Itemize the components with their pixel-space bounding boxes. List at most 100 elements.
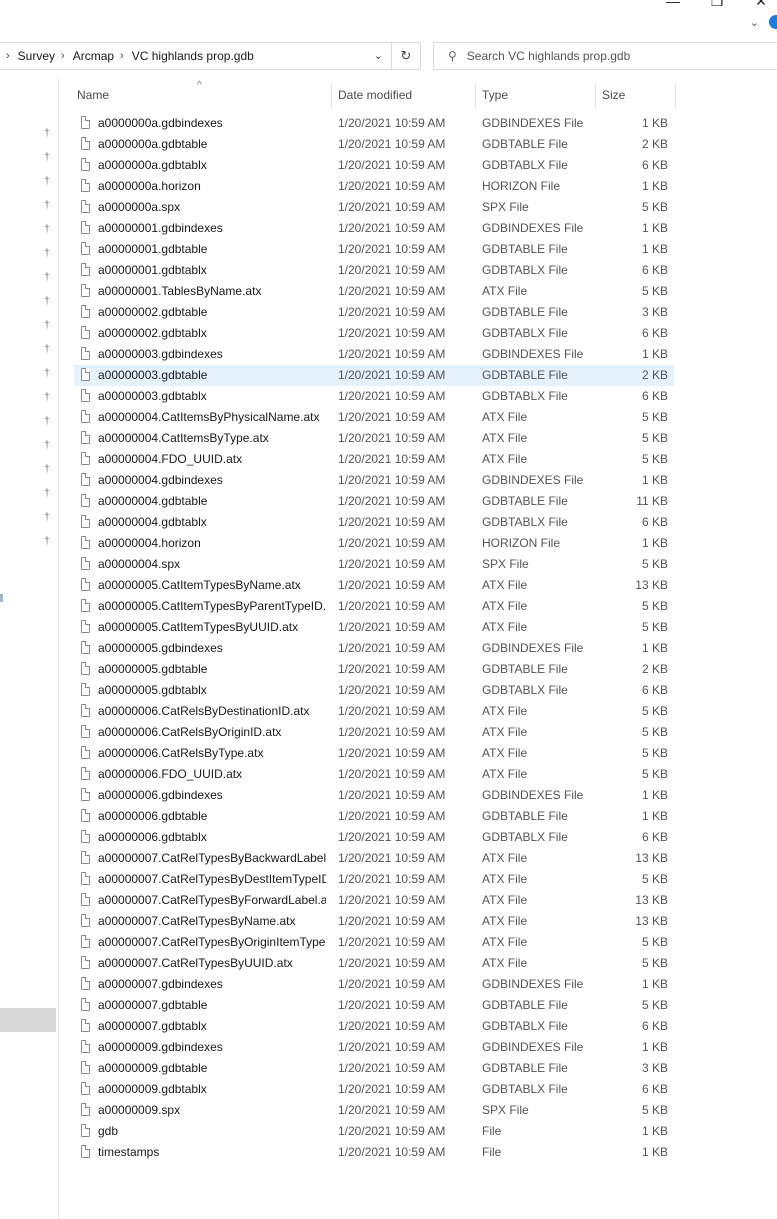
file-row[interactable]: a00000005.gdbtablx 1/20/2021 10:59 AM GDBT… — [74, 680, 674, 701]
breadcrumb-arcmap[interactable]: Arcmap — [73, 49, 114, 63]
file-row[interactable]: a00000006.CatRelsByOriginID.atx 1/20/2021… — [74, 722, 674, 743]
file-row[interactable]: a00000007.CatRelTypesByOriginItemTypel..… — [74, 932, 674, 953]
pin-icon[interactable]: † — [41, 440, 53, 452]
pin-icon[interactable]: † — [41, 176, 53, 188]
file-row[interactable]: a00000007.CatRelTypesByBackwardLabel....… — [74, 848, 674, 869]
file-row[interactable]: a00000006.CatRelsByType.atx 1/20/2021 10:… — [74, 743, 674, 764]
file-row[interactable]: a00000009.spx 1/20/2021 10:59 AM SPX File 5… — [74, 1100, 674, 1121]
file-row[interactable]: a0000000a.gdbindexes 1/20/2021 10:59 AM GD… — [74, 113, 674, 134]
file-row[interactable]: a00000005.CatItemTypesByName.atx 1/20/202… — [74, 575, 674, 596]
file-name: gdb — [98, 1124, 119, 1138]
close-icon[interactable]: ✕ — [746, 0, 776, 10]
file-row[interactable]: a00000005.CatItemTypesByUUID.atx 1/20/202… — [74, 617, 674, 638]
file-type: ATX File — [482, 599, 528, 613]
file-row[interactable]: a00000009.gdbtablx 1/20/2021 10:59 AM GDBT… — [74, 1079, 674, 1100]
file-icon — [81, 410, 90, 423]
file-row[interactable]: a00000005.gdbindexes 1/20/2021 10:59 AM GD… — [74, 638, 674, 659]
breadcrumb-separator-icon[interactable]: › — [61, 50, 65, 62]
file-row[interactable]: a00000007.gdbtable 1/20/2021 10:59 AM GDBT… — [74, 995, 674, 1016]
pin-icon[interactable]: † — [41, 344, 53, 356]
address-bar[interactable]: › Survey › Arcmap › VC highlands prop.gd… — [0, 42, 392, 70]
file-row[interactable]: a00000002.gdbtablx 1/20/2021 10:59 AM GDBT… — [74, 323, 674, 344]
file-row[interactable]: a00000001.gdbtable 1/20/2021 10:59 AM GDBT… — [74, 239, 674, 260]
file-row[interactable]: a00000006.FDO_UUID.atx 1/20/2021 10:59 AM… — [74, 764, 674, 785]
nav-selected-item[interactable] — [0, 1008, 56, 1032]
pin-icon[interactable]: † — [41, 320, 53, 332]
file-row[interactable]: a00000004.horizon 1/20/2021 10:59 AM HORIZ… — [74, 533, 674, 554]
file-row[interactable]: a00000007.CatRelTypesByDestItemTypeID...… — [74, 869, 674, 890]
file-type: ATX File — [482, 284, 528, 298]
file-row[interactable]: a00000006.gdbindexes 1/20/2021 10:59 AM GD… — [74, 785, 674, 806]
file-row[interactable]: a00000002.gdbtable 1/20/2021 10:59 AM GDBT… — [74, 302, 674, 323]
file-name: a00000002.gdbtable — [98, 305, 208, 319]
minimize-icon[interactable]: — — [658, 0, 688, 10]
search-input[interactable]: Search VC highlands prop.gdb — [467, 49, 630, 63]
file-icon — [81, 452, 90, 465]
file-row[interactable]: a00000003.gdbindexes 1/20/2021 10:59 AM GD… — [74, 344, 674, 365]
file-row[interactable]: a00000004.FDO_UUID.atx 1/20/2021 10:59 AM… — [74, 449, 674, 470]
column-header-size[interactable]: Size — [596, 84, 676, 108]
pin-icon[interactable]: † — [41, 368, 53, 380]
file-icon — [81, 431, 90, 444]
file-date-modified: 1/20/2021 10:59 AM — [338, 788, 446, 802]
file-row[interactable]: a00000007.CatRelTypesByUUID.atx 1/20/2021… — [74, 953, 674, 974]
file-row[interactable]: a00000004.spx 1/20/2021 10:59 AM SPX File 5… — [74, 554, 674, 575]
pin-icon[interactable]: † — [41, 296, 53, 308]
pin-icon[interactable]: † — [41, 272, 53, 284]
pin-icon[interactable]: † — [41, 128, 53, 140]
pin-icon[interactable]: † — [41, 248, 53, 260]
file-row[interactable]: a00000007.gdbtablx 1/20/2021 10:59 AM GDBT… — [74, 1016, 674, 1037]
file-row[interactable]: a00000003.gdbtablx 1/20/2021 10:59 AM GDBT… — [74, 386, 674, 407]
pin-icon[interactable]: † — [41, 464, 53, 476]
file-row[interactable]: a00000007.CatRelTypesByName.atx 1/20/2021… — [74, 911, 674, 932]
file-row[interactable]: a00000007.CatRelTypesByForwardLabel.atx 1… — [74, 890, 674, 911]
file-row[interactable]: a00000005.CatItemTypesByParentTypeID....… — [74, 596, 674, 617]
file-row[interactable]: a00000006.gdbtable 1/20/2021 10:59 AM GDBT… — [74, 806, 674, 827]
chevron-down-icon[interactable]: ⌄ — [750, 16, 759, 29]
file-row[interactable]: a00000004.CatItemsByPhysicalName.atx 1/20… — [74, 407, 674, 428]
breadcrumb-current-folder[interactable]: VC highlands prop.gdb — [132, 49, 254, 63]
file-date-modified: 1/20/2021 10:59 AM — [338, 368, 446, 382]
file-row[interactable]: a00000001.TablesByName.atx 1/20/2021 10:5… — [74, 281, 674, 302]
file-row[interactable]: a00000009.gdbindexes 1/20/2021 10:59 AM GD… — [74, 1037, 674, 1058]
column-header-name[interactable]: Name — [72, 84, 332, 108]
file-row[interactable]: gdb 1/20/2021 10:59 AM File 1 KB — [74, 1121, 674, 1142]
column-header-date-modified[interactable]: Date modified — [332, 84, 476, 108]
search-box[interactable]: ⚲ Search VC highlands prop.gdb — [433, 42, 777, 70]
file-row[interactable]: a00000001.gdbindexes 1/20/2021 10:59 AM GD… — [74, 218, 674, 239]
file-row[interactable]: a00000007.gdbindexes 1/20/2021 10:59 AM GD… — [74, 974, 674, 995]
file-row[interactable]: a00000004.gdbtablx 1/20/2021 10:59 AM GDBT… — [74, 512, 674, 533]
file-row[interactable]: a0000000a.gdbtable 1/20/2021 10:59 AM GDBT… — [74, 134, 674, 155]
file-icon — [81, 200, 90, 213]
file-row[interactable]: a00000006.CatRelsByDestinationID.atx 1/20… — [74, 701, 674, 722]
pin-icon[interactable]: † — [41, 392, 53, 404]
file-row[interactable]: a0000000a.gdbtablx 1/20/2021 10:59 AM GDBT… — [74, 155, 674, 176]
file-row[interactable]: a00000005.gdbtable 1/20/2021 10:59 AM GDBT… — [74, 659, 674, 680]
file-date-modified: 1/20/2021 10:59 AM — [338, 767, 446, 781]
pin-icon[interactable]: † — [41, 512, 53, 524]
pin-icon[interactable]: † — [41, 152, 53, 164]
file-row[interactable]: a00000004.CatItemsByType.atx 1/20/2021 10… — [74, 428, 674, 449]
file-row[interactable]: a0000000a.horizon 1/20/2021 10:59 AM HORIZ… — [74, 176, 674, 197]
maximize-icon[interactable]: ❐ — [702, 0, 732, 10]
pin-icon[interactable]: † — [41, 416, 53, 428]
file-row[interactable]: timestamps 1/20/2021 10:59 AM File 1 KB — [74, 1142, 674, 1163]
column-header-type[interactable]: Type — [476, 84, 596, 108]
breadcrumb-separator-icon[interactable]: › — [120, 50, 124, 62]
pin-icon[interactable]: † — [41, 488, 53, 500]
file-row[interactable]: a00000004.gdbindexes 1/20/2021 10:59 AM GD… — [74, 470, 674, 491]
address-dropdown-icon[interactable]: ⌄ — [374, 49, 383, 62]
breadcrumb-survey[interactable]: Survey — [18, 49, 55, 63]
pin-icon[interactable]: † — [41, 224, 53, 236]
file-row[interactable]: a00000009.gdbtable 1/20/2021 10:59 AM GDBT… — [74, 1058, 674, 1079]
help-icon[interactable] — [769, 15, 777, 29]
pin-icon[interactable]: † — [41, 536, 53, 548]
file-row[interactable]: a00000003.gdbtable 1/20/2021 10:59 AM GDBT… — [74, 365, 674, 386]
file-row[interactable]: a00000001.gdbtablx 1/20/2021 10:59 AM GDBT… — [74, 260, 674, 281]
file-row[interactable]: a00000004.gdbtable 1/20/2021 10:59 AM GDBT… — [74, 491, 674, 512]
pin-icon[interactable]: † — [41, 200, 53, 212]
refresh-button[interactable]: ↻ — [392, 42, 421, 70]
file-row[interactable]: a00000006.gdbtablx 1/20/2021 10:59 AM GDBT… — [74, 827, 674, 848]
file-date-modified: 1/20/2021 10:59 AM — [338, 998, 446, 1012]
file-row[interactable]: a0000000a.spx 1/20/2021 10:59 AM SPX File 5… — [74, 197, 674, 218]
